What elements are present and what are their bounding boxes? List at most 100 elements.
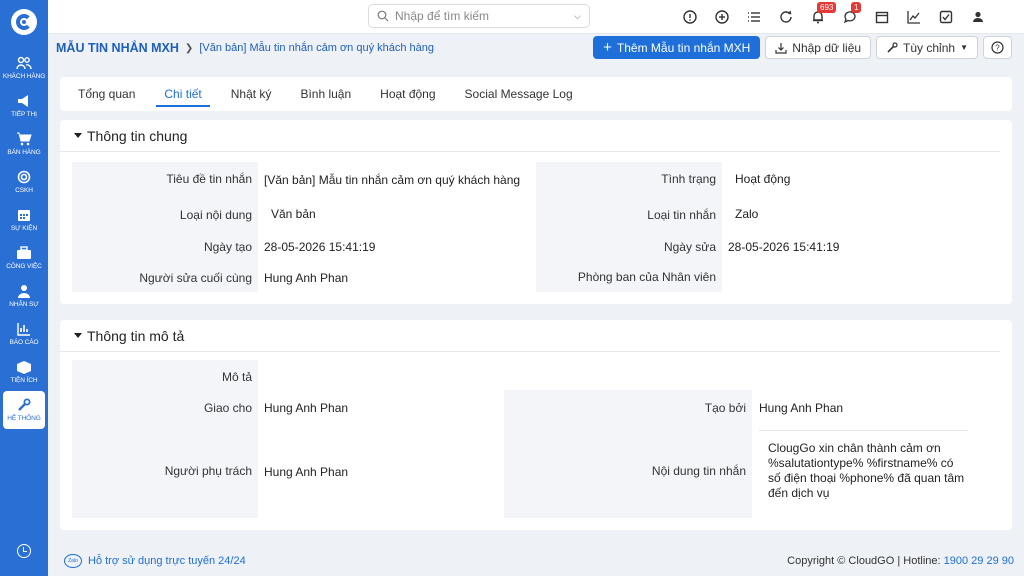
record-header: MẪU TIN NHẮN MXH ❯ [Văn bản] Mẫu tin nhắ… [48, 34, 1024, 62]
svg-text:?: ? [995, 44, 1000, 53]
sidebar-item-label: Tiện ích [10, 377, 38, 384]
tab-overview[interactable]: Tổng quan [78, 77, 135, 111]
chart-icon[interactable] [898, 7, 930, 27]
field-label: Giao cho [203, 401, 252, 415]
sidebar-item-label: Công việc [6, 263, 42, 270]
status-value[interactable]: Hoạt động [735, 172, 790, 186]
module-title[interactable]: MẪU TIN NHẮN MXH [56, 41, 179, 55]
tab-comments[interactable]: Bình luận [300, 77, 351, 111]
chat-icon[interactable]: 1 [834, 2, 866, 27]
clock-icon[interactable] [17, 544, 31, 558]
footer-separator: | [897, 554, 901, 567]
field-label: Nội dung tin nhắn [651, 464, 746, 478]
search-placeholder: Nhập để tìm kiếm [395, 9, 490, 23]
assigned-to-value[interactable]: Hung Anh Phan [264, 401, 348, 415]
calendar-icon [16, 208, 32, 222]
zalo-icon: Zalo [64, 553, 82, 568]
help-icon: ? [991, 41, 1004, 54]
report-icon [16, 322, 32, 336]
wrench-icon [887, 41, 898, 53]
record-title: [Văn bản] Mẫu tin nhắn cảm ơn quý khách … [199, 42, 435, 54]
subject-value[interactable]: [Văn bản] Mẫu tin nhắn cảm ơn quý khách … [264, 173, 520, 187]
sidebar-item-label: Nhân sự [9, 301, 39, 308]
add-circle-icon[interactable] [706, 7, 738, 27]
owner-value[interactable]: Hung Anh Phan [264, 465, 348, 479]
field-label: Tạo bởi [704, 401, 746, 415]
sidebar-item-label: Khách hàng [2, 73, 46, 80]
sidebar-item-label: CSKH [15, 187, 33, 194]
field-label: Tình trạng [661, 172, 716, 186]
sidebar-item-cart[interactable]: Bán hàng [3, 125, 45, 163]
chevron-down-icon: ⌵ [574, 10, 581, 21]
top-bar: Nhập để tìm kiếm ⌵ 693 1 [48, 0, 1024, 34]
user-icon[interactable] [962, 7, 994, 27]
section-header-general[interactable]: Thông tin chung [60, 120, 1000, 152]
sidebar-item-box[interactable]: Tiện ích [3, 353, 45, 391]
support-link[interactable]: Hỗ trợ sử dụng trực tuyến 24/24 [88, 555, 246, 567]
import-button[interactable]: Nhập dữ liệu [765, 36, 872, 59]
sidebar-item-megaphone[interactable]: Tiếp thị [3, 87, 45, 125]
users-icon [16, 56, 32, 70]
sidebar-item-wrench[interactable]: Hệ thống [3, 391, 45, 429]
footer: Zalo Hỗ trợ sử dụng trực tuyến 24/24 Cop… [48, 545, 1024, 576]
search-icon [377, 10, 389, 22]
chat-badge: 1 [851, 2, 862, 13]
bell-icon[interactable]: 693 [802, 2, 837, 27]
person-icon [16, 284, 32, 298]
sidebar-item-label: Sự kiện [10, 225, 38, 232]
customize-label: Tùy chỉnh [903, 40, 956, 55]
chevron-right-icon: ❯ [184, 42, 194, 54]
wrench-icon [16, 398, 32, 412]
add-template-label: Thêm Mẫu tin nhắn MXH [616, 40, 751, 55]
megaphone-icon [16, 94, 32, 108]
cloudgo-logo[interactable] [11, 9, 37, 35]
caret-down-icon [74, 133, 82, 138]
box-icon [16, 360, 32, 374]
footer-copyright: Copyright © CloudGO | Hotline: 1900 29 2… [787, 555, 1014, 567]
message-content-value[interactable]: ClougGo xin chân thành cảm ơn %salutatio… [768, 441, 968, 501]
sidebar-item-person[interactable]: Nhân sự [3, 277, 45, 315]
sidebar-item-users[interactable]: Khách hàng [3, 49, 45, 87]
message-type-value[interactable]: Zalo [735, 207, 758, 221]
tab-activities[interactable]: Hoạt động [380, 77, 435, 111]
hotline-number[interactable]: 1900 29 29 90 [944, 555, 1014, 567]
tab-log[interactable]: Nhật ký [231, 77, 272, 111]
briefcase-icon [16, 246, 32, 260]
hotline-label: Hotline: [903, 554, 941, 567]
calendar-icon[interactable] [866, 7, 898, 27]
sidebar-item-report[interactable]: Báo cáo [3, 315, 45, 353]
section-header-description[interactable]: Thông tin mô tả [60, 320, 1000, 352]
download-icon [775, 42, 787, 54]
field-label: Ngày tạo [203, 240, 252, 254]
add-template-button[interactable]: + Thêm Mẫu tin nhắn MXH [593, 36, 761, 59]
created-time-value: 28-05-2026 15:41:19 [264, 240, 376, 254]
refresh-icon[interactable] [770, 7, 802, 27]
field-label: Ngày sửa [663, 240, 716, 254]
content-type-value[interactable]: Văn bản [271, 207, 316, 221]
list-icon[interactable] [738, 7, 770, 27]
created-by-value: Hung Anh Phan [759, 401, 844, 415]
sidebar-item-label: Báo cáo [9, 339, 39, 346]
sidebar: Khách hàng Tiếp thị Bán hàng CSKH Sự kiện Côn… [0, 0, 48, 576]
lifebuoy-icon [16, 170, 32, 184]
task-check-icon[interactable] [930, 7, 962, 27]
last-modified-by-value: Hung Anh Phan [264, 271, 349, 285]
tab-social-message-log[interactable]: Social Message Log [465, 77, 573, 111]
search-input[interactable]: Nhập để tìm kiếm ⌵ [368, 4, 590, 28]
tab-bar: Tổng quan Chi tiết Nhật ký Bình luận Hoạ… [60, 77, 1012, 111]
sidebar-item-lifebuoy[interactable]: CSKH [3, 163, 45, 201]
customize-button[interactable]: Tùy chỉnh ▼ [876, 36, 978, 59]
modified-time-value: 28-05-2026 15:41:19 [728, 240, 840, 254]
chevron-down-icon: ▼ [960, 43, 968, 52]
info-icon[interactable] [674, 7, 706, 27]
sidebar-nav: Khách hàng Tiếp thị Bán hàng CSKH Sự kiện Côn… [0, 49, 48, 429]
help-button[interactable]: ? [983, 36, 1012, 59]
field-label: Người sửa cuối cùng [139, 271, 252, 285]
sidebar-item-briefcase[interactable]: Công việc [3, 239, 45, 277]
description-info-card: Thông tin mô tả Mô tả Giao cho Hung Anh … [60, 320, 1012, 530]
section-title: Thông tin chung [87, 127, 188, 144]
caret-down-icon [74, 333, 82, 338]
field-label: Tiêu đề tin nhắn [166, 172, 252, 186]
tab-details[interactable]: Chi tiết [156, 77, 211, 111]
sidebar-item-calendar[interactable]: Sự kiện [3, 201, 45, 239]
